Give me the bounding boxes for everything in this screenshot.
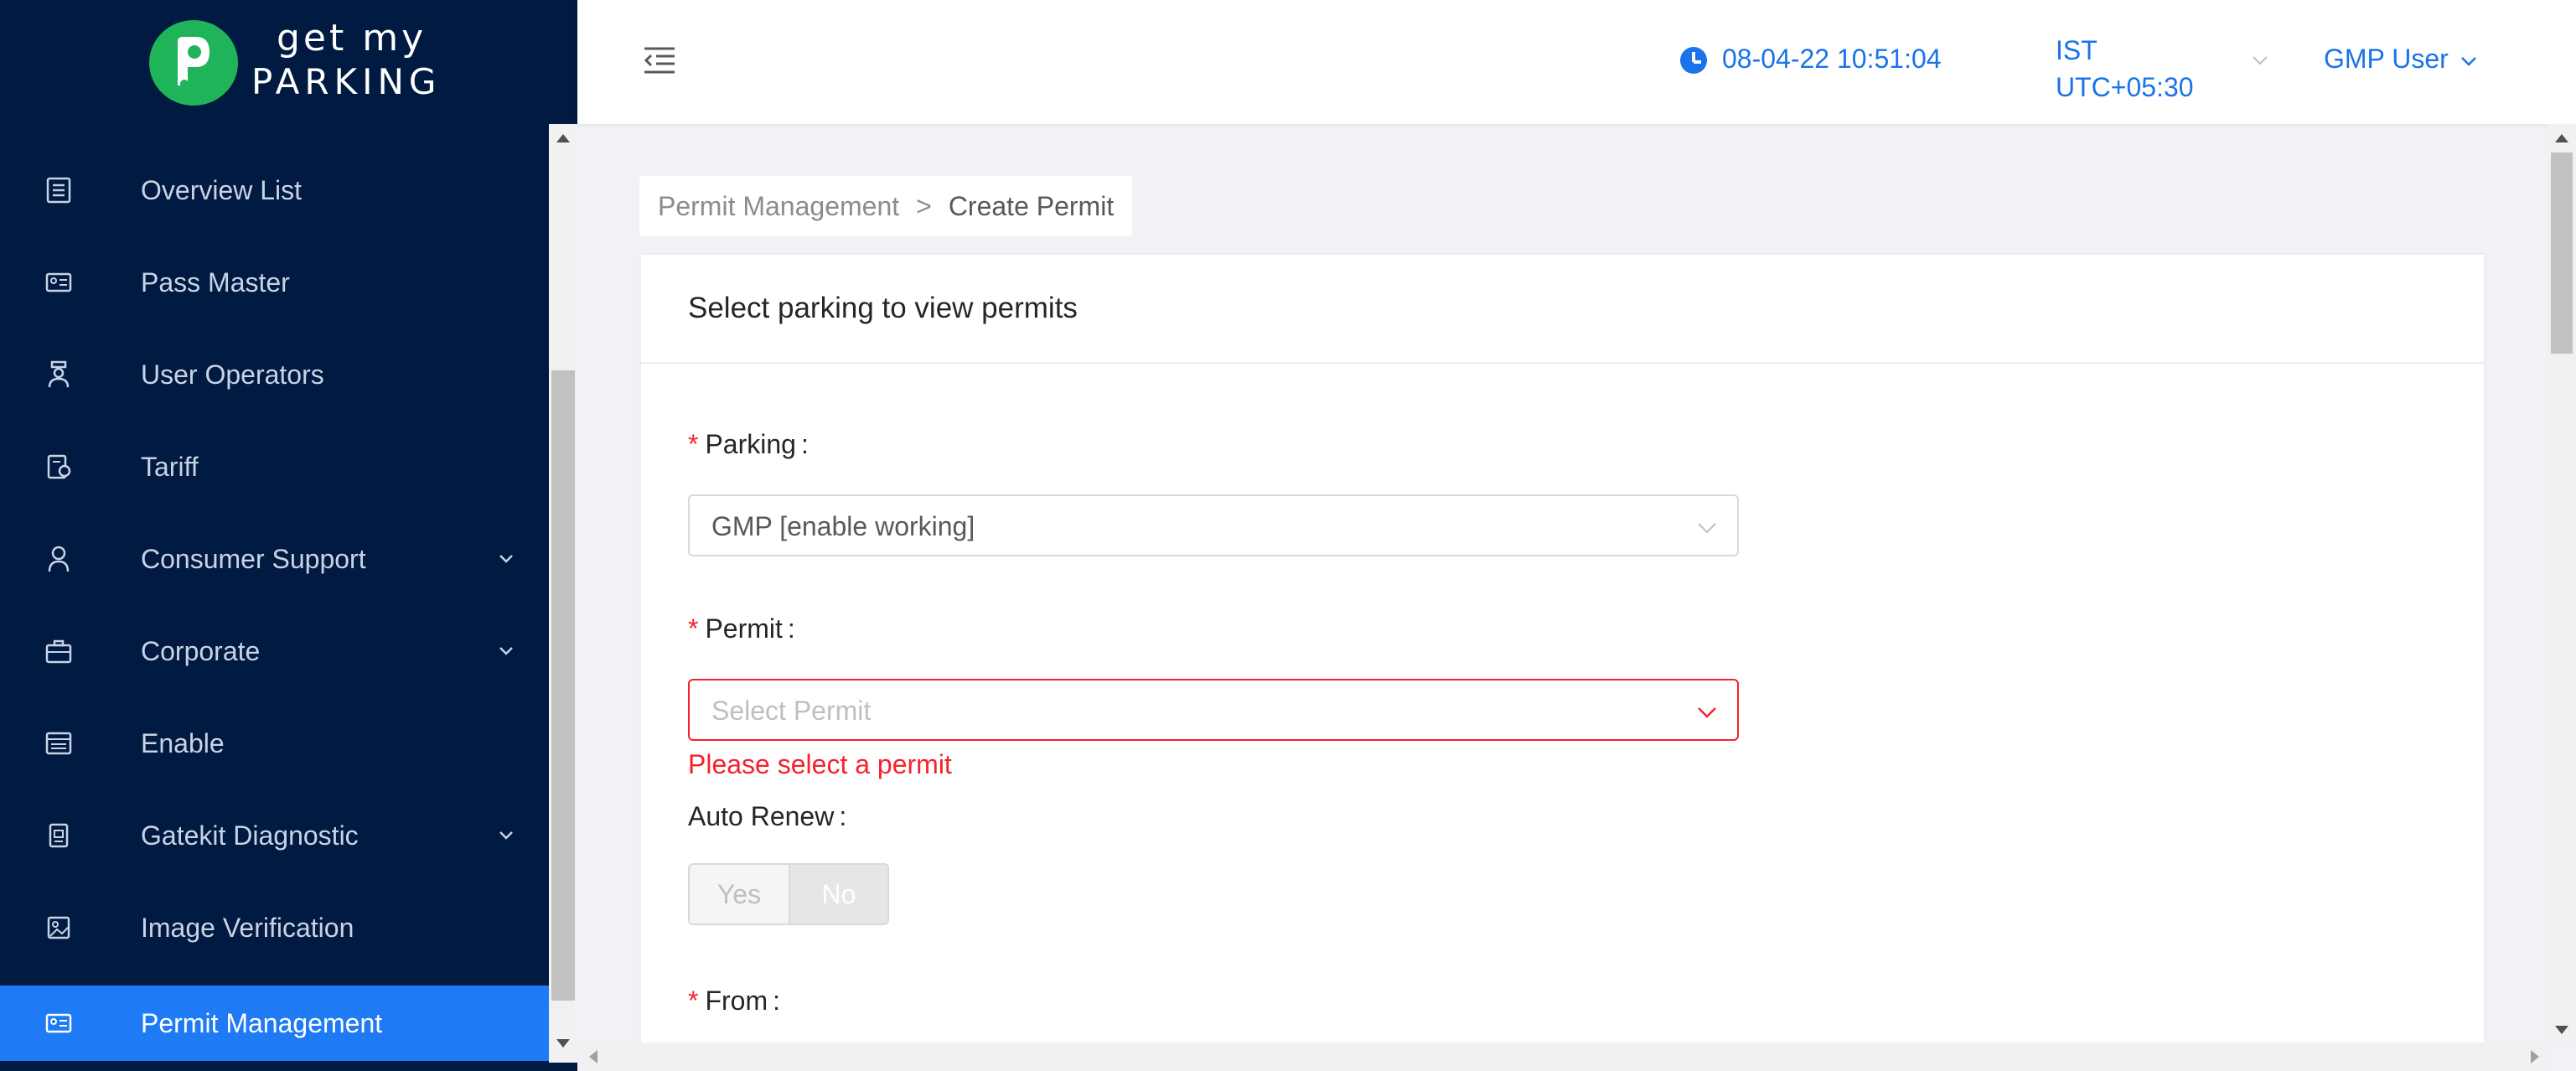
auto-renew-yes[interactable]: Yes: [690, 865, 789, 924]
scrollbar-thumb[interactable]: [551, 370, 575, 1001]
logo-text: get my PARKING: [251, 17, 441, 104]
sidebar-item-label: Consumer Support: [141, 543, 366, 574]
parking-select-value: GMP [enable working]: [711, 511, 975, 541]
sidebar-item-pass-master[interactable]: Pass Master: [0, 245, 549, 320]
current-datetime: 08-04-22 10:51:04: [1722, 44, 1942, 74]
clock-icon: [1680, 47, 1707, 74]
breadcrumb-current: Create Permit: [948, 190, 1115, 221]
enable-icon: [42, 727, 75, 760]
breadcrumb: Permit Management > Create Permit: [639, 176, 1133, 236]
sidebar-item-label: Pass Master: [141, 266, 290, 298]
id-card-icon: [42, 266, 75, 299]
breadcrumb-parent[interactable]: Permit Management: [658, 191, 899, 222]
sidebar-item-label: Gatekit Diagnostic: [141, 820, 359, 851]
permit-select[interactable]: Select Permit: [688, 679, 1739, 741]
permit-error-message: Please select a permit: [688, 749, 952, 779]
top-header: 08-04-22 10:51:04 IST UTC+05:30 GMP User: [577, 0, 2576, 124]
scroll-down-arrow-icon[interactable]: [556, 1039, 570, 1048]
required-asterisk: *: [688, 613, 699, 644]
required-asterisk: *: [688, 986, 699, 1016]
scroll-down-arrow-icon[interactable]: [2555, 1026, 2568, 1034]
logo[interactable]: get my PARKING: [0, 0, 577, 124]
auto-renew-label-text: Auto Renew: [688, 801, 835, 831]
label-colon: :: [773, 986, 780, 1016]
sidebar-item-label: Enable: [141, 727, 225, 758]
permit-form-card: Select parking to view permits * Parking:…: [639, 253, 2485, 1043]
chevron-down-icon: [499, 831, 513, 840]
tariff-icon: [42, 450, 75, 484]
permit-card-icon: [42, 1006, 75, 1040]
main-horizontal-scrollbar[interactable]: [577, 1043, 2548, 1071]
scroll-up-arrow-icon[interactable]: [2555, 134, 2568, 142]
sidebar-item-consumer-support[interactable]: Consumer Support: [0, 521, 549, 597]
list-icon: [42, 173, 75, 207]
label-colon: :: [787, 613, 795, 644]
sidebar-item-overview-list[interactable]: Overview List: [0, 153, 549, 228]
timezone-offset: UTC+05:30: [2056, 72, 2194, 102]
sidebar-item-tariff[interactable]: Tariff: [0, 429, 549, 504]
briefcase-icon: [42, 634, 75, 668]
from-label-text: From: [705, 986, 768, 1016]
sidebar-item-label: Tariff: [141, 451, 199, 482]
chevron-down-icon[interactable]: [2460, 52, 2478, 70]
permit-label: * Permit:: [688, 613, 795, 644]
sidebar-menu: Overview List Pass Master User Operators…: [0, 124, 549, 1063]
chevron-down-icon[interactable]: [2250, 50, 2270, 70]
logo-line-2: PARKING: [251, 61, 442, 102]
chevron-down-icon: [499, 555, 513, 563]
auto-renew-label: Auto Renew:: [688, 801, 846, 832]
chevron-down-icon: [499, 647, 513, 655]
sidebar-item-enable[interactable]: Enable: [0, 706, 549, 781]
required-asterisk: *: [688, 429, 699, 459]
scroll-right-arrow-icon[interactable]: [2531, 1050, 2539, 1063]
parking-label: * Parking:: [688, 429, 809, 460]
label-colon: :: [800, 429, 809, 459]
label-colon: :: [839, 801, 847, 831]
sidebar-item-user-operators[interactable]: User Operators: [0, 337, 549, 412]
diagnostic-icon: [42, 819, 75, 852]
image-icon: [42, 911, 75, 944]
sidebar-item-gatekit-diagnostic[interactable]: Gatekit Diagnostic: [0, 798, 549, 873]
parking-label-text: Parking: [705, 429, 796, 459]
sidebar-item-corporate[interactable]: Corporate: [0, 613, 549, 689]
auto-renew-no[interactable]: No: [788, 865, 887, 924]
card-title: Select parking to view permits: [688, 292, 1078, 324]
sidebar: get my PARKING Overview List Pass Master…: [0, 0, 577, 1071]
main-vertical-scrollbar[interactable]: [2548, 124, 2576, 1043]
breadcrumb-separator: >: [916, 190, 932, 221]
chevron-down-icon: [1698, 707, 1716, 718]
timezone-selector[interactable]: IST UTC+05:30: [2056, 32, 2194, 106]
menu-collapse-icon[interactable]: [643, 45, 676, 75]
user-operator-icon: [42, 358, 75, 391]
from-label: * From:: [688, 986, 780, 1017]
sidebar-item-label: Overview List: [141, 174, 303, 205]
scroll-up-arrow-icon[interactable]: [556, 134, 570, 142]
auto-renew-toggle: Yes No: [688, 863, 889, 925]
timezone-name: IST: [2056, 35, 2098, 65]
scrollbar-thumb[interactable]: [2551, 153, 2573, 354]
sidebar-item-label: Permit Management: [141, 1007, 383, 1038]
scroll-left-arrow-icon[interactable]: [589, 1050, 597, 1063]
sidebar-item-label: User Operators: [141, 359, 324, 390]
sidebar-item-label: Image Verification: [141, 912, 354, 943]
user-menu[interactable]: GMP User: [2324, 44, 2449, 75]
permit-label-text: Permit: [705, 613, 783, 644]
user-icon: [42, 542, 75, 576]
parking-select[interactable]: GMP [enable working]: [688, 494, 1739, 556]
logo-line-1: get my: [277, 17, 427, 60]
sidebar-item-image-verification[interactable]: Image Verification: [0, 890, 549, 965]
sidebar-item-label: Corporate: [141, 635, 261, 666]
permit-select-placeholder: Select Permit: [711, 696, 872, 726]
chevron-down-icon: [1698, 523, 1716, 534]
logo-mark-icon: [149, 20, 238, 106]
sidebar-item-permit-management[interactable]: Permit Management: [0, 986, 549, 1061]
sidebar-scrollbar[interactable]: [549, 124, 577, 1063]
card-header: Select parking to view permits: [641, 255, 2484, 364]
